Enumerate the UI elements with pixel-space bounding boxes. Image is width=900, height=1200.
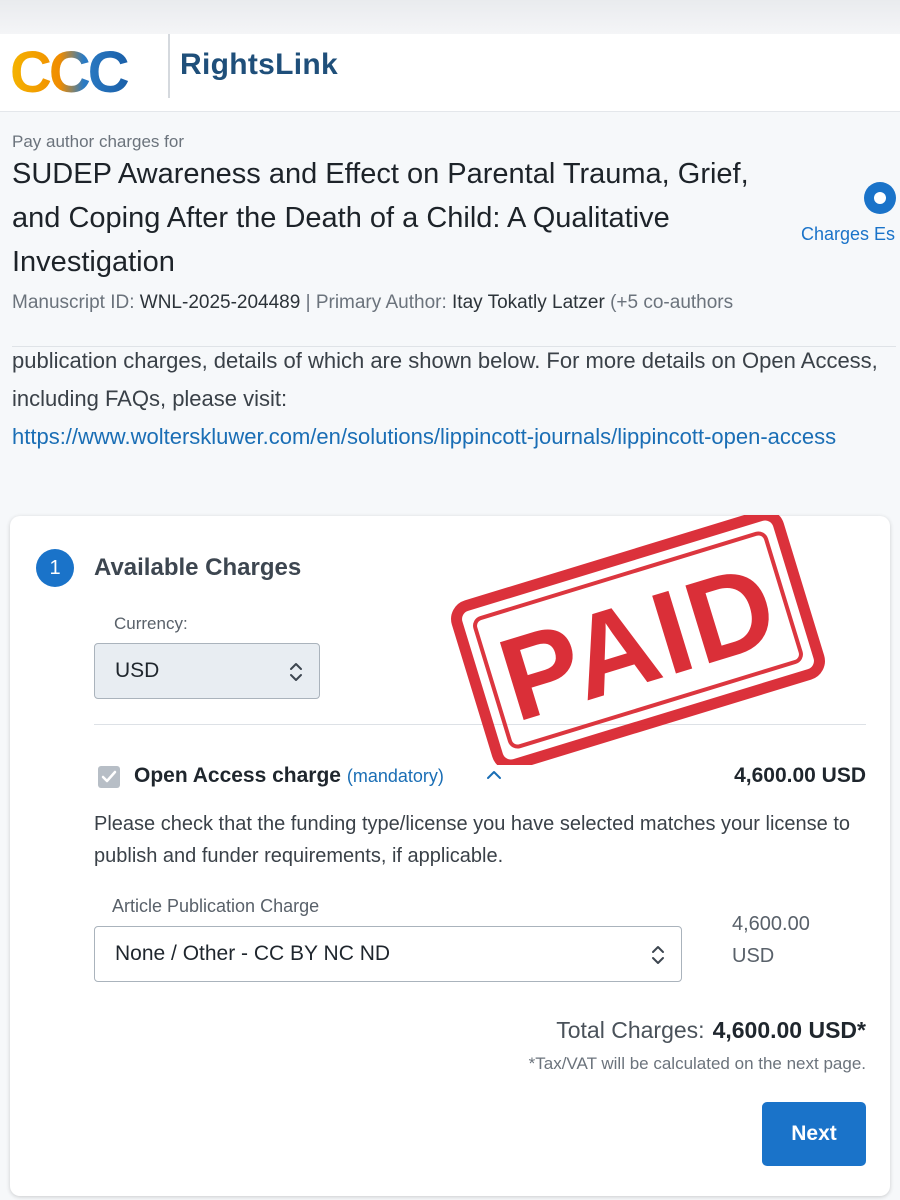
funding-note: Please check that the funding type/licen… [94, 813, 851, 867]
intro-text: publication charges, details of which ar… [12, 348, 878, 411]
product-name: RightsLink [180, 48, 338, 81]
total-value: 4,600.00 USD* [712, 1017, 866, 1043]
top-shade [0, 0, 900, 34]
tax-note: *Tax/VAT will be calculated on the next … [528, 1054, 866, 1073]
open-access-charge-label: Open Access charge [134, 764, 341, 787]
step-number-badge: 1 [36, 549, 74, 587]
apc-value: None / Other - CC BY NC ND [115, 942, 391, 965]
ccc-logo-text: CCC [10, 42, 129, 102]
apc-select[interactable]: None / Other - CC BY NC ND [94, 926, 682, 982]
ccc-logo[interactable]: CCC [10, 42, 160, 102]
paid-stamp: PAID [451, 515, 825, 765]
manuscript-id: WNL-2025-204489 [139, 292, 301, 313]
total-charges-row: Total Charges: 4,600.00 USD* [556, 1017, 866, 1044]
progress-step-label[interactable]: Charges Es [801, 224, 900, 245]
open-access-link[interactable]: https://www.wolterskluwer.com/en/solutio… [12, 418, 862, 456]
author-label: Primary Author: [315, 292, 447, 313]
article-title: SUDEP Awareness and Effect on Parental T… [12, 158, 749, 278]
coauthors: (+5 co-authors [610, 292, 734, 313]
intro-text-block: publication charges, details of which ar… [12, 342, 882, 456]
chevron-updown-icon [652, 946, 664, 964]
mandatory-tag: (mandatory) [346, 766, 444, 786]
check-icon [101, 770, 117, 783]
radio-selected-icon [864, 182, 896, 214]
meta-separator: | [305, 292, 311, 313]
open-access-amount: 4,600.00 USD [734, 764, 866, 787]
currency-label: Currency: [114, 614, 188, 633]
chevron-updown-icon [290, 663, 302, 681]
page-kicker: Pay author charges for [12, 132, 184, 151]
currency-select[interactable]: USD [94, 643, 320, 699]
apc-label: Article Publication Charge [112, 896, 320, 916]
manuscript-meta: Manuscript ID: WNL-2025-204489 | Primary… [12, 292, 900, 314]
logo-divider [168, 34, 170, 98]
author-name: Itay Tokatly Latzer [452, 292, 605, 313]
site-header: CCC RightsLink [0, 34, 900, 112]
currency-value: USD [115, 659, 160, 682]
card-title: Available Charges [94, 554, 302, 581]
total-label: Total Charges: [556, 1017, 705, 1043]
apc-amount: 4,600.00 USD [732, 913, 810, 967]
open-access-checkbox[interactable] [98, 766, 120, 788]
chevron-up-icon[interactable] [486, 769, 502, 781]
open-access-label: Open Access charge (mandatory) [134, 764, 444, 788]
open-access-row: Open Access charge (mandatory) 4,600.00 … [98, 764, 868, 794]
next-button[interactable]: Next [762, 1102, 866, 1166]
manuscript-label: Manuscript ID: [12, 292, 135, 313]
